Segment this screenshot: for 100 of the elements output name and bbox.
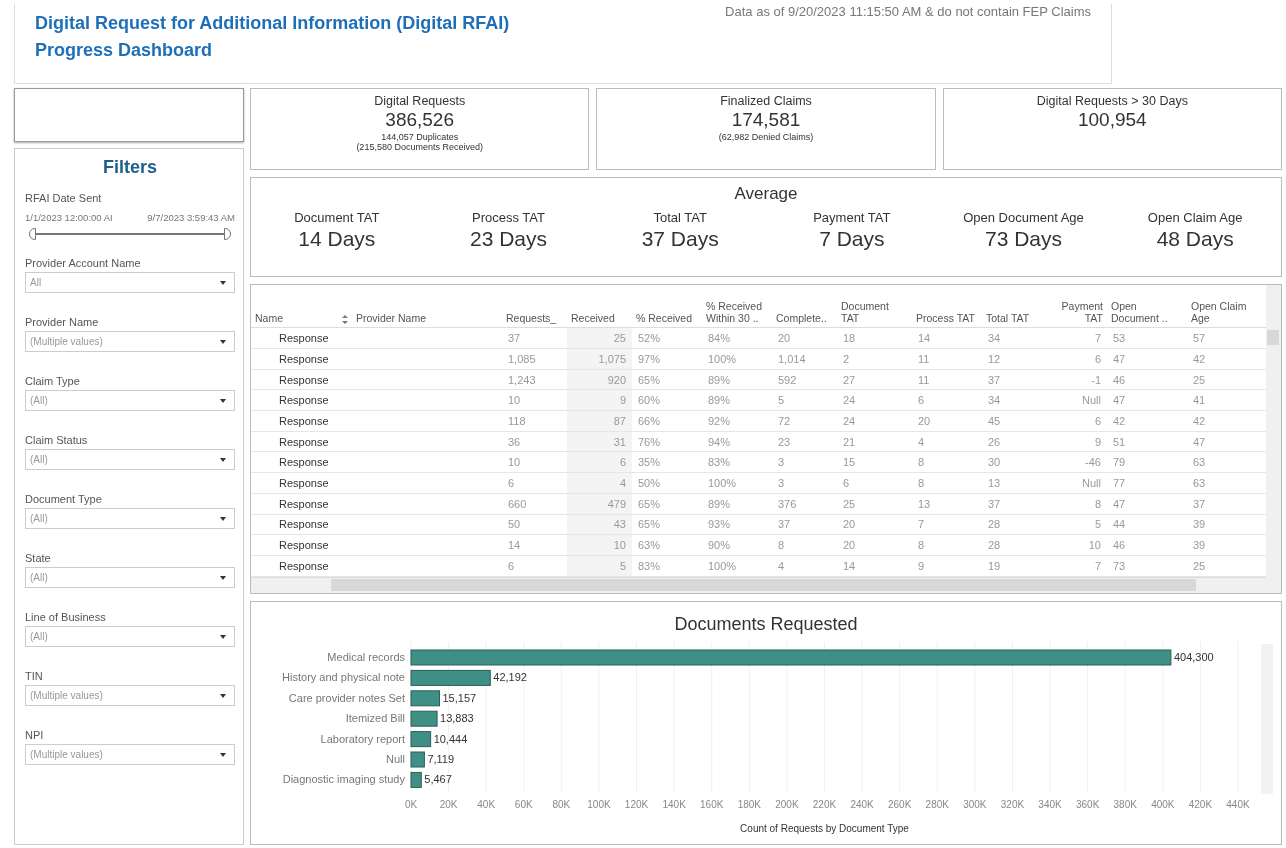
data-label: 7,119: [427, 753, 455, 765]
table-cell: 37: [988, 373, 1001, 386]
table-cell: 92%: [708, 414, 731, 427]
column-header[interactable]: Process TAT: [916, 312, 975, 325]
table-cell: 89%: [708, 497, 731, 510]
table-cell: 8: [918, 539, 925, 551]
bar[interactable]: [410, 710, 438, 727]
metric-value: 73 Days: [983, 227, 1063, 251]
slider-handle[interactable]: [224, 228, 231, 240]
table-cell: 3: [778, 456, 785, 469]
axis-tick-label: 320K: [1000, 799, 1025, 810]
table-cell: 6: [619, 456, 626, 469]
table-cell: 39: [1193, 539, 1206, 551]
table-cell: 28: [988, 518, 1001, 531]
table-cell: 6: [1094, 352, 1101, 365]
table-cell: 97%: [638, 352, 661, 365]
table-cell: 100%: [708, 477, 737, 489]
table-cell: 36: [508, 435, 521, 448]
category-label: Itemized Bill: [345, 712, 405, 725]
column-header[interactable]: Complete..: [776, 312, 827, 325]
axis-tick-label: 360K: [1075, 799, 1100, 810]
kpi-note: (215,580 Documents Received): [355, 142, 484, 152]
column-header[interactable]: Name: [255, 312, 283, 325]
axis-tick-label: 300K: [963, 799, 987, 810]
table-cell: 13: [918, 497, 931, 510]
table-cell: 37: [1193, 497, 1206, 510]
metric-value: 37 Days: [640, 227, 720, 251]
column-header[interactable]: Document TAT: [841, 300, 908, 325]
table-cell: 592: [778, 373, 797, 386]
metric-label: Payment TAT: [812, 210, 892, 225]
table-cell: 660: [508, 497, 527, 510]
table-cell: 73: [1113, 559, 1126, 572]
table-cell: 9: [918, 559, 925, 572]
axis-tick-label: 40K: [477, 799, 496, 810]
column-header[interactable]: Total TAT: [986, 312, 1030, 325]
dashboard-title: Digital Request for Additional Information (Digital RFAI): [35, 12, 510, 35]
category-label: Care provider notes Set: [288, 691, 405, 704]
table-cell: 65%: [638, 373, 661, 386]
column-header[interactable]: Provider Name: [356, 312, 427, 325]
table-cell: 6: [508, 559, 515, 572]
column-header[interactable]: Received: [571, 312, 615, 325]
table-cell: 4: [918, 435, 925, 448]
axis-tick-label: 240K: [850, 799, 874, 810]
column-header[interactable]: % Received Within 30 ..: [706, 300, 768, 325]
table-cell: 31: [613, 435, 626, 448]
data-label: 404,300: [1173, 651, 1214, 663]
table-cell: 24: [843, 414, 856, 427]
dropdown-caret-icon: [220, 693, 226, 698]
axis-tick-label: 200K: [775, 799, 799, 810]
table-cell: 6: [508, 477, 515, 489]
bar[interactable]: [410, 731, 432, 748]
column-header[interactable]: Open Claim Age: [1191, 300, 1262, 325]
column-header[interactable]: Requests_: [506, 312, 557, 325]
table-cell: 35%: [638, 456, 661, 469]
column-header[interactable]: Payment TAT: [1051, 300, 1103, 325]
data-label: 5,467: [424, 773, 452, 786]
kpi-title: Finalized Claims: [719, 94, 813, 108]
table-cell: 51: [1113, 435, 1126, 448]
table-cell: 27: [843, 373, 856, 386]
table-cell: 66%: [638, 414, 661, 427]
table-cell: 12: [988, 352, 1001, 365]
bar[interactable]: [410, 690, 440, 707]
table-cell: 65%: [638, 518, 661, 531]
table-cell: 15: [843, 456, 856, 469]
table-cell: 72: [778, 414, 791, 427]
table-cell: Null: [1082, 394, 1101, 407]
kpi-title: Digital Requests: [373, 94, 467, 108]
table-cell: 1,243: [508, 373, 536, 386]
bar[interactable]: [410, 751, 425, 768]
table-cell: 376: [778, 497, 797, 510]
table-cell: 34: [988, 332, 1001, 345]
metric-label: Process TAT: [471, 210, 546, 225]
column-header[interactable]: Open Document ..: [1111, 300, 1183, 325]
bar[interactable]: [410, 669, 491, 686]
table-cell: 25: [1193, 559, 1206, 572]
table-cell: 25: [613, 332, 626, 345]
table-cell: 14: [918, 332, 931, 345]
table-cell: 1,014: [778, 352, 806, 365]
axis-tick-label: 140K: [662, 799, 686, 810]
dropdown-caret-icon: [220, 280, 226, 285]
table-cell: 93%: [708, 518, 731, 531]
category-label: Laboratory report: [320, 732, 405, 745]
bar[interactable]: [410, 771, 422, 788]
filter-label: Document Type: [25, 493, 102, 505]
table-cell: 83%: [708, 456, 731, 469]
table-cell: 63%: [638, 539, 661, 551]
dropdown-caret-icon: [220, 457, 226, 462]
column-header[interactable]: % Received: [636, 312, 693, 325]
bar[interactable]: [410, 649, 1172, 666]
table-cell: Response: [279, 497, 329, 510]
table-cell: 7: [918, 518, 925, 531]
chart-title: Documents Requested: [674, 614, 858, 634]
table-cell: 1,085: [508, 352, 536, 365]
sort-icon[interactable]: [342, 315, 348, 325]
slider-handle[interactable]: [29, 228, 36, 240]
range-end-date: 9/7/2023 3:59:43 AM: [147, 212, 235, 223]
table-cell: Response: [279, 559, 329, 572]
table-cell: 14: [508, 539, 521, 551]
table-cell: 20: [918, 414, 931, 427]
table-cell: 25: [843, 497, 856, 510]
